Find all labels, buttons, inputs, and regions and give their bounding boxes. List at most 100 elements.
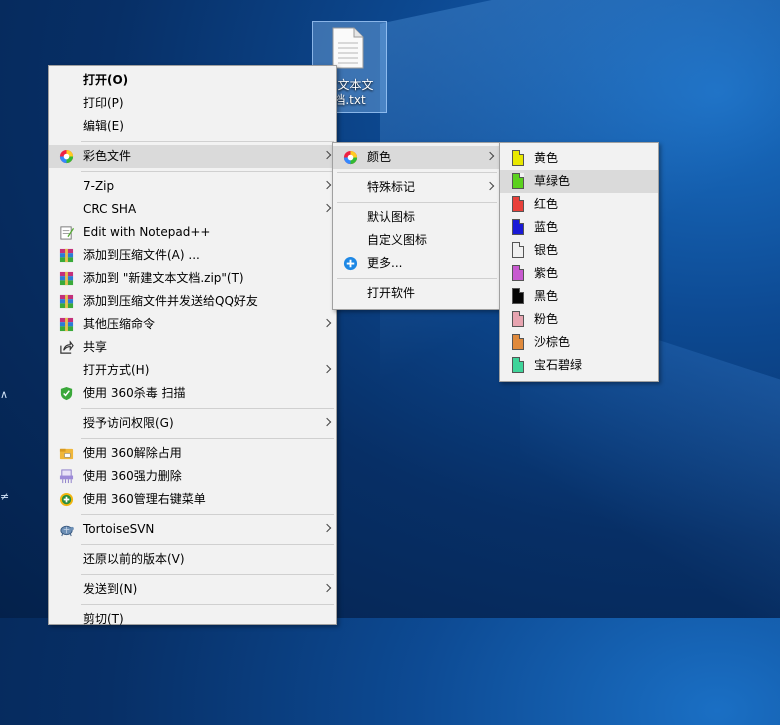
menu-item-more[interactable]: 更多... (333, 252, 499, 275)
menu-item-color-file[interactable]: 彩色文件 (49, 145, 336, 168)
menu-item-360-force-delete[interactable]: 使用 360强力删除 (49, 465, 336, 488)
menu-item-black[interactable]: 黑色 (500, 285, 658, 308)
context-menu: 打开(O) 打印(P) 编辑(E) 彩色文件 7-Zip CRC SHA Edi… (48, 65, 337, 626)
menu-item-add-archive[interactable]: 添加到压缩文件(A) ... (49, 244, 336, 267)
menu-item-label: 打开方式(H) (83, 363, 150, 377)
menu-item-gem-green[interactable]: 宝石碧绿 (500, 354, 658, 377)
menu-item-label: 使用 360强力删除 (83, 469, 182, 483)
menu-item-open-software[interactable]: 打开软件 (333, 282, 499, 305)
menu-separator (81, 514, 334, 515)
menu-item-other-compress[interactable]: 其他压缩命令 (49, 313, 336, 336)
360-shield-icon (60, 386, 73, 401)
menu-item-purple[interactable]: 紫色 (500, 262, 658, 285)
yellow-file-icon (512, 150, 524, 166)
menu-separator (81, 171, 334, 172)
menu-separator (81, 408, 334, 409)
menu-item-special-mark[interactable]: 特殊标记 (333, 176, 499, 199)
menu-item-7zip[interactable]: 7-Zip (49, 175, 336, 198)
chevron-right-icon (322, 417, 332, 427)
menu-item-custom-icon[interactable]: 自定义图标 (333, 229, 499, 252)
menu-item-label: 授予访问权限(G) (83, 416, 174, 430)
menu-separator (337, 278, 497, 279)
menu-item-label: 粉色 (534, 312, 559, 326)
menu-item-grass-green[interactable]: 草绿色 (500, 170, 658, 193)
menu-item-edit[interactable]: 编辑(E) (49, 115, 336, 138)
menu-separator (81, 604, 334, 605)
chevron-right-icon (485, 151, 495, 161)
menu-item-tortoisesvn[interactable]: TortoiseSVN (49, 518, 336, 541)
menu-item-label: 添加到压缩文件并发送给QQ好友 (83, 294, 258, 308)
menu-item-send-to[interactable]: 发送到(N) (49, 578, 336, 601)
menu-item-label: TortoiseSVN (83, 522, 155, 536)
menu-separator (337, 202, 497, 203)
menu-item-label: 黄色 (534, 151, 559, 165)
menu-item-label: 银色 (534, 243, 559, 257)
menu-item-label: 添加到 "新建文本文档.zip"(T) (83, 271, 244, 285)
menu-separator (81, 574, 334, 575)
menu-item-360-scan[interactable]: 使用 360杀毒 扫描 (49, 382, 336, 405)
winrar-icon (59, 294, 74, 309)
menu-item-print[interactable]: 打印(P) (49, 92, 336, 115)
menu-item-add-zip[interactable]: 添加到 "新建文本文档.zip"(T) (49, 267, 336, 290)
menu-item-360-manage[interactable]: 使用 360管理右键菜单 (49, 488, 336, 511)
color-wheel-icon (343, 150, 358, 165)
menu-item-open[interactable]: 打开(O) (49, 69, 336, 92)
black-file-icon (512, 288, 524, 304)
red-file-icon (512, 196, 524, 212)
silver-file-icon (512, 242, 524, 258)
menu-item-label: 编辑(E) (83, 119, 124, 133)
chevron-right-icon (322, 150, 332, 160)
menu-item-pink[interactable]: 粉色 (500, 308, 658, 331)
menu-item-silver[interactable]: 银色 (500, 239, 658, 262)
chevron-right-icon (322, 318, 332, 328)
menu-item-sand-brown[interactable]: 沙棕色 (500, 331, 658, 354)
menu-item-label: 其他压缩命令 (83, 317, 156, 331)
unlock-folder-icon (59, 448, 74, 460)
color-wheel-icon (59, 149, 74, 164)
menu-separator (337, 172, 497, 173)
menu-item-360-unlock[interactable]: 使用 360解除占用 (49, 442, 336, 465)
menu-item-notepadpp[interactable]: Edit with Notepad++ (49, 221, 336, 244)
menu-item-label: 彩色文件 (83, 149, 132, 163)
menu-item-blue[interactable]: 蓝色 (500, 216, 658, 239)
menu-item-label: 颜色 (367, 150, 392, 164)
menu-item-cut[interactable]: 剪切(T) (49, 608, 336, 631)
menu-item-colors[interactable]: 颜色 (333, 146, 499, 169)
menu-item-label: 打印(P) (83, 96, 124, 110)
menu-item-label: 使用 360杀毒 扫描 (83, 386, 186, 400)
menu-item-label: 沙棕色 (534, 335, 571, 349)
blue-file-icon (512, 219, 524, 235)
360-manage-icon (59, 492, 74, 507)
menu-item-share[interactable]: 共享 (49, 336, 336, 359)
menu-item-label: 打开(O) (83, 73, 129, 87)
menu-item-label: 自定义图标 (367, 233, 428, 247)
menu-item-default-icon[interactable]: 默认图标 (333, 206, 499, 229)
winrar-icon (59, 271, 74, 286)
menu-item-label: 发送到(N) (83, 582, 138, 596)
plus-circle-icon (343, 256, 358, 271)
menu-item-open-with[interactable]: 打开方式(H) (49, 359, 336, 382)
menu-item-label: 使用 360管理右键菜单 (83, 492, 206, 506)
color-file-submenu: 颜色 特殊标记 默认图标 自定义图标 更多... 打开软件 (332, 142, 500, 310)
desktop-edge-text: ≠ (0, 490, 10, 503)
teal-file-icon (512, 357, 524, 373)
share-icon (60, 340, 74, 354)
menu-item-label: 草绿色 (534, 174, 571, 188)
menu-item-grant-access[interactable]: 授予访问权限(G) (49, 412, 336, 435)
green-file-icon (512, 173, 524, 189)
menu-separator (81, 141, 334, 142)
brown-file-icon (512, 334, 524, 350)
menu-item-label: Edit with Notepad++ (83, 225, 211, 239)
menu-item-yellow[interactable]: 黄色 (500, 147, 658, 170)
tortoise-icon (60, 525, 74, 537)
chevron-right-icon (485, 181, 495, 191)
menu-item-add-send-qq[interactable]: 添加到压缩文件并发送给QQ好友 (49, 290, 336, 313)
menu-item-restore-versions[interactable]: 还原以前的版本(V) (49, 548, 336, 571)
text-file-icon (332, 27, 364, 69)
menu-item-crc-sha[interactable]: CRC SHA (49, 198, 336, 221)
menu-item-label: 剪切(T) (83, 612, 124, 626)
menu-item-label: CRC SHA (83, 202, 137, 216)
menu-item-red[interactable]: 红色 (500, 193, 658, 216)
color-hue-submenu: 黄色 草绿色 红色 蓝色 银色 紫色 黑色 粉色 沙棕色 宝石碧绿 (499, 142, 659, 382)
menu-item-label: 蓝色 (534, 220, 559, 234)
